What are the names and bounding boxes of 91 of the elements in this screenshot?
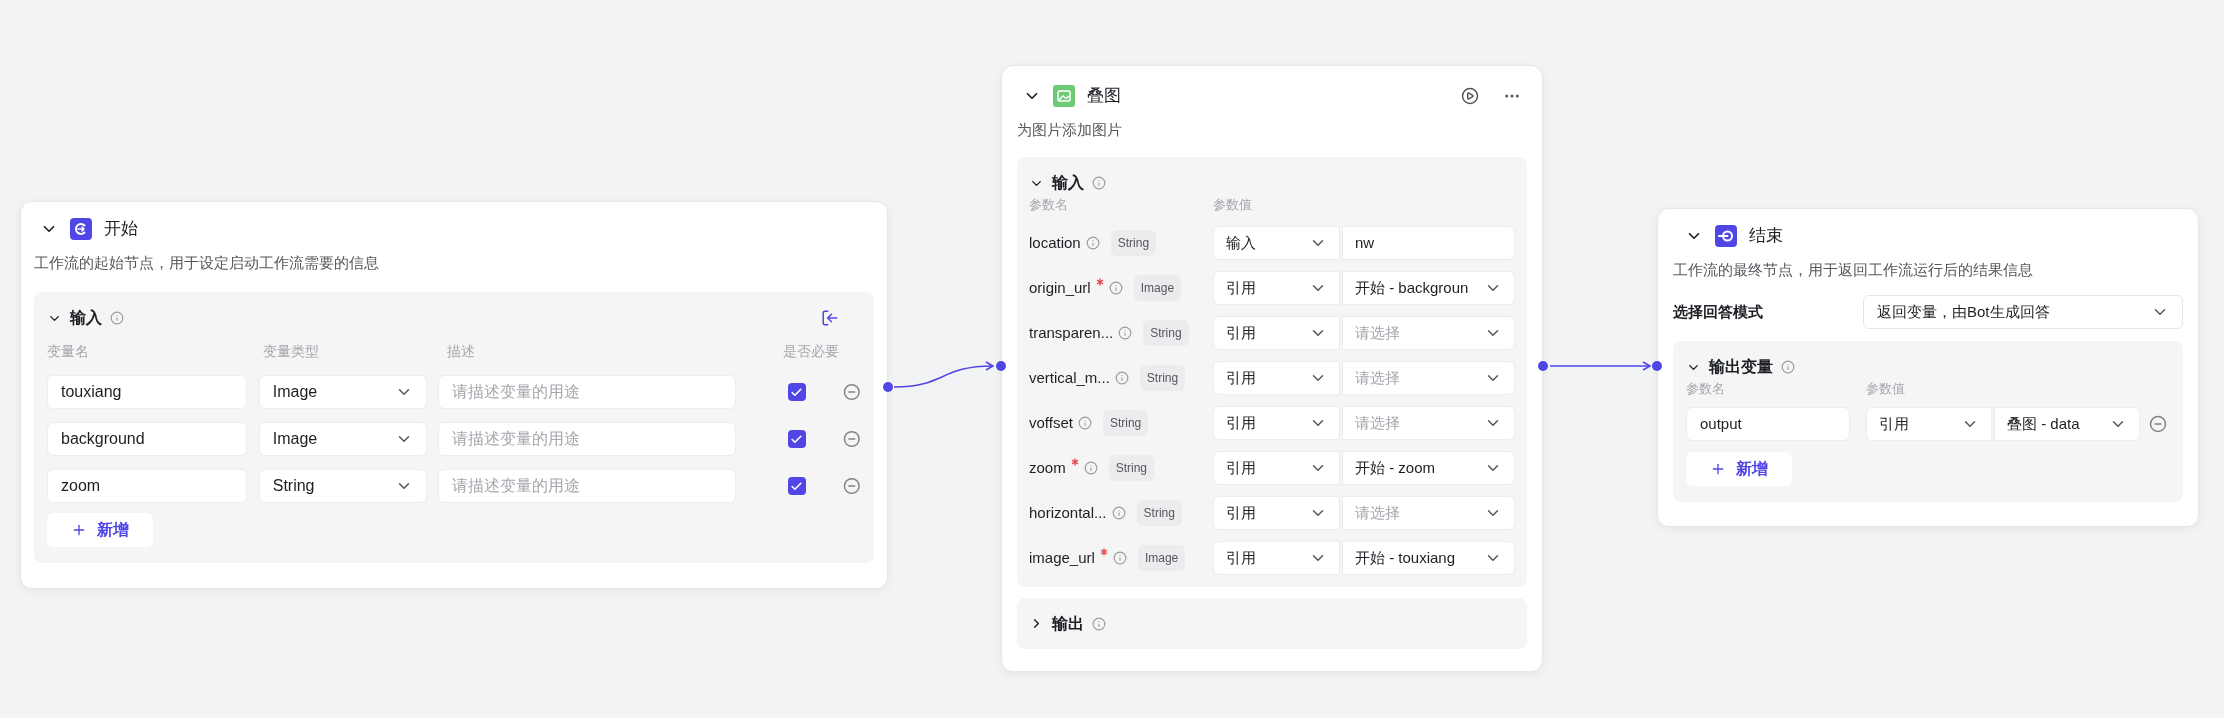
arrow-into-box-icon[interactable]: [821, 309, 839, 327]
remove-icon[interactable]: [843, 430, 861, 448]
parameter-name: zoom: [1029, 457, 1066, 478]
parameter-name: transparen...: [1029, 322, 1114, 343]
node-title: 叠图: [1087, 85, 1121, 108]
required-checkbox[interactable]: [787, 477, 806, 495]
source-select[interactable]: 引用: [1213, 406, 1340, 440]
info-icon: [1781, 360, 1795, 374]
overlay-node-card[interactable]: [1001, 65, 1543, 672]
column-header: 是否必要: [783, 341, 839, 361]
info-icon: [1118, 326, 1133, 340]
variable-name-field[interactable]: zoom: [47, 469, 247, 503]
section-title: 输入: [70, 308, 102, 328]
parameter-name: vertical_m...: [1029, 367, 1110, 388]
type-tag: String: [1143, 320, 1189, 346]
plus-icon: [1710, 461, 1726, 477]
info-icon: [1077, 416, 1092, 430]
info-icon: [1112, 551, 1127, 565]
source-select[interactable]: 引用: [1213, 361, 1340, 395]
parameter-name: horizontal...: [1029, 502, 1107, 523]
source-select[interactable]: 引用: [1213, 496, 1340, 530]
info-icon: [1114, 371, 1129, 385]
info-icon: [1092, 616, 1106, 631]
parameter-name: image_url: [1029, 547, 1095, 568]
node-title: 结束: [1749, 225, 1783, 248]
column-header: 变量类型: [263, 341, 320, 361]
section-title: 输出: [1052, 613, 1084, 634]
node-description: 为图片添加图片: [1017, 120, 1123, 140]
column-header: 参数名: [1029, 196, 1069, 215]
required-checkbox[interactable]: [787, 430, 806, 448]
info-icon: [1108, 281, 1123, 295]
parameter-name: origin_url: [1029, 277, 1091, 298]
end-node-icon: [1715, 225, 1737, 247]
parameter-name: location: [1029, 232, 1081, 253]
start-node-icon: [70, 218, 92, 240]
remove-icon[interactable]: [843, 477, 861, 495]
type-tag: Image: [1133, 275, 1182, 301]
node-description: 工作流的起始节点，用于设定启动工作流需要的信息: [34, 253, 380, 273]
play-icon[interactable]: [1461, 87, 1479, 105]
value-select[interactable]: 开始 - backgroun: [1342, 271, 1515, 305]
section-title: 输出变量: [1709, 357, 1773, 377]
info-icon: [1085, 236, 1100, 250]
required-checkbox[interactable]: [787, 383, 806, 401]
plus-icon: [71, 522, 87, 538]
check-icon: [790, 432, 804, 446]
value-select[interactable]: 叠图 - data: [1994, 407, 2140, 441]
node-description: 工作流的最终节点，用于返回工作流运行后的结果信息: [1673, 260, 2034, 280]
column-header: 变量名: [47, 341, 90, 361]
info-icon: [1092, 176, 1106, 190]
type-select[interactable]: String: [258, 469, 428, 503]
info-icon: [110, 311, 124, 325]
check-icon: [790, 385, 804, 399]
column-header: 参数名: [1686, 380, 1726, 399]
image-icon: [1053, 85, 1075, 107]
end-node-card[interactable]: 结束 工作流的最终节点，用于返回工作流运行后的结果信息 选择回答模式 返回变量，由Bot生成回答 输出变量 参数名 参数值 output 引用 叠图 - data 新增: [1657, 208, 2199, 527]
column-header: 描述: [447, 341, 476, 361]
value-select[interactable]: 开始 - touxiang: [1342, 541, 1515, 575]
type-tag: String: [1102, 410, 1149, 436]
remove-icon[interactable]: [2149, 415, 2167, 433]
section-title: 输入: [1052, 173, 1084, 193]
mode-label: 选择回答模式: [1673, 301, 1763, 322]
add-button[interactable]: 新增: [47, 513, 153, 547]
source-select[interactable]: 引用: [1213, 316, 1340, 350]
check-icon: [790, 479, 804, 493]
answer-mode-select[interactable]: 返回变量，由Bot生成回答: [1863, 295, 2183, 329]
start-node-card[interactable]: 开始 工作流的起始节点，用于设定启动工作流需要的信息 输入 变量名 变量类型 描述 是否必要 touxiang Image 请描述变量的用途 background Image 请描述变量的用途 zoom String 请描述变量的用途 新增: [20, 201, 888, 589]
add-button[interactable]: 新增: [1686, 452, 1792, 486]
variable-name-field[interactable]: output: [1686, 407, 1850, 441]
source-select[interactable]: 引用: [1213, 541, 1340, 575]
type-tag: String: [1139, 365, 1186, 391]
value-select[interactable]: 开始 - zoom: [1342, 451, 1515, 485]
column-header: 参数值: [1213, 196, 1252, 215]
value-field[interactable]: nw: [1342, 226, 1515, 260]
source-select[interactable]: 引用: [1213, 271, 1340, 305]
type-tag: String: [1136, 500, 1182, 526]
source-select[interactable]: 引用: [1866, 407, 1992, 441]
type-tag: String: [1110, 230, 1157, 256]
info-icon: [1111, 506, 1126, 520]
variable-name-field[interactable]: background: [47, 422, 247, 456]
type-tag: String: [1108, 455, 1155, 481]
source-select[interactable]: 引用: [1213, 451, 1340, 485]
type-select[interactable]: Image: [258, 375, 428, 409]
type-tag: Image: [1137, 545, 1186, 571]
node-title: 开始: [104, 218, 138, 241]
info-icon: [1083, 461, 1098, 475]
remove-icon[interactable]: [843, 383, 861, 401]
parameter-name: voffset: [1029, 412, 1073, 433]
column-header: 参数值: [1866, 380, 1905, 399]
type-select[interactable]: Image: [258, 422, 428, 456]
variable-name-field[interactable]: touxiang: [47, 375, 247, 409]
source-select[interactable]: 输入: [1213, 226, 1340, 260]
